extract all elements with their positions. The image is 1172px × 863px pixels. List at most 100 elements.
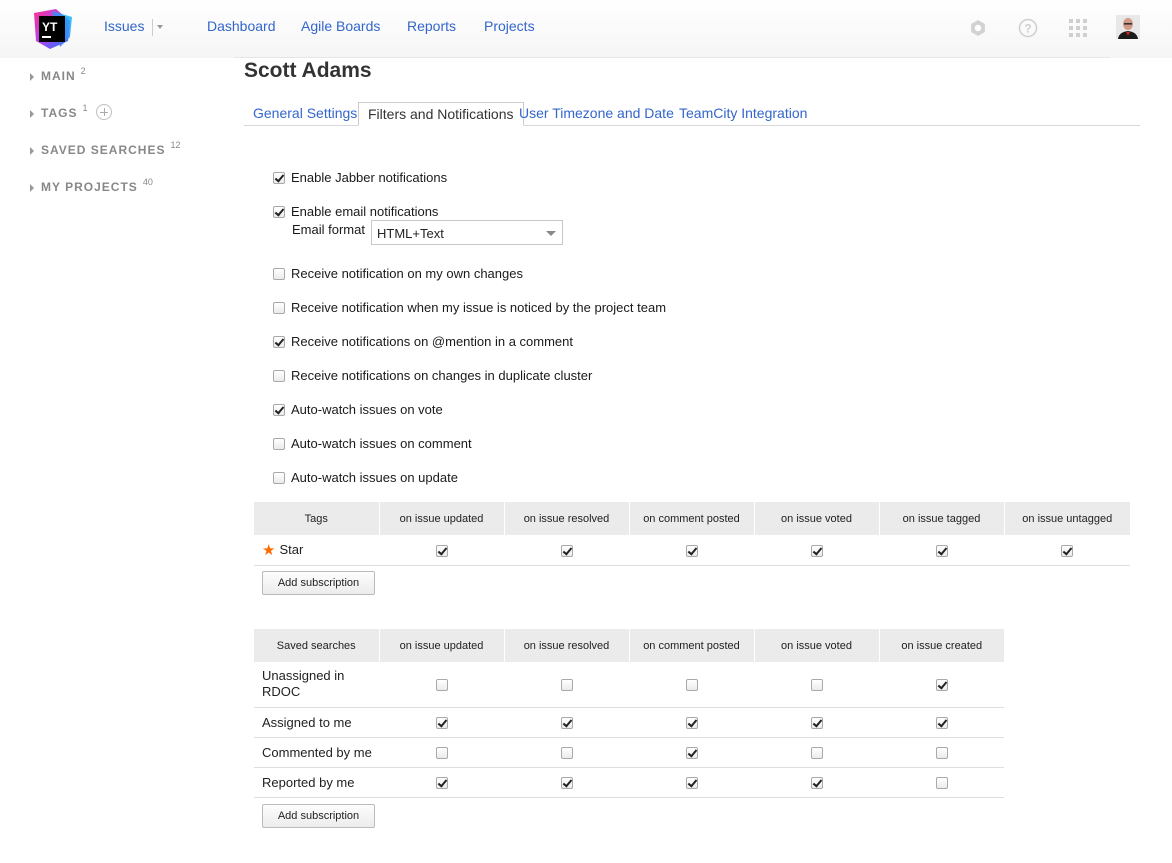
checkbox[interactable] bbox=[273, 267, 285, 280]
subscription-checkbox[interactable] bbox=[810, 679, 823, 692]
help-icon[interactable]: ? bbox=[1018, 18, 1038, 38]
sidebar-count: 1 bbox=[82, 103, 88, 113]
column-header-event: on comment posted bbox=[628, 629, 754, 662]
option-autowatch-vote[interactable]: Auto-watch issues on vote bbox=[273, 402, 443, 417]
subscription-cell bbox=[504, 767, 629, 798]
subscription-cell bbox=[879, 767, 1004, 798]
nav-projects[interactable]: Projects bbox=[484, 18, 535, 34]
column-header-event: on issue updated bbox=[378, 502, 504, 535]
checkbox[interactable] bbox=[273, 335, 285, 348]
subscription-cell bbox=[879, 737, 1004, 768]
subscription-cell bbox=[754, 535, 879, 566]
nav-issues[interactable]: Issues bbox=[104, 18, 144, 34]
option-email-notifications[interactable]: Enable email notifications bbox=[273, 204, 438, 219]
subscription-checkbox[interactable] bbox=[560, 717, 573, 730]
subscription-cell bbox=[1004, 535, 1130, 566]
issues-dropdown-caret-icon[interactable] bbox=[157, 25, 163, 29]
email-format-select[interactable]: HTML+Text bbox=[371, 220, 563, 245]
youtrack-logo[interactable]: YT bbox=[30, 7, 74, 51]
tab-filters-and-notifications[interactable]: Filters and Notifications bbox=[358, 102, 524, 126]
option-label: Receive notification on my own changes bbox=[291, 266, 523, 281]
column-header-name: Saved searches bbox=[254, 629, 379, 662]
expand-arrow-icon[interactable] bbox=[30, 147, 34, 155]
subscription-checkbox[interactable] bbox=[935, 544, 948, 557]
nav-agile-boards[interactable]: Agile Boards bbox=[301, 18, 380, 34]
checkbox[interactable] bbox=[273, 171, 285, 184]
expand-arrow-icon[interactable] bbox=[30, 73, 34, 81]
subscription-checkbox[interactable] bbox=[560, 777, 573, 790]
option-autowatch-comment[interactable]: Auto-watch issues on comment bbox=[273, 436, 472, 451]
tab-user-timezone-and-date[interactable]: User Timezone and Date bbox=[510, 102, 683, 126]
subscription-checkbox[interactable] bbox=[810, 777, 823, 790]
row-name-cell: Assigned to me bbox=[254, 707, 379, 738]
subscription-checkbox[interactable] bbox=[935, 777, 948, 790]
subscription-checkbox[interactable] bbox=[435, 717, 448, 730]
subscription-checkbox[interactable] bbox=[435, 747, 448, 760]
option-issue-noticed[interactable]: Receive notification when my issue is no… bbox=[273, 300, 666, 315]
sidebar-item-tags[interactable]: TAGS 1 bbox=[30, 103, 113, 120]
table-header-row: Saved searches on issue updated on issue r… bbox=[254, 629, 1004, 662]
settings-icon[interactable] bbox=[968, 18, 988, 38]
subscription-checkbox[interactable] bbox=[435, 777, 448, 790]
subscription-cell bbox=[629, 707, 754, 738]
option-duplicate-cluster[interactable]: Receive notifications on changes in dupl… bbox=[273, 368, 592, 383]
option-label: Receive notifications on changes in dupl… bbox=[291, 368, 593, 383]
row-name: Unassigned in RDOC bbox=[262, 668, 345, 700]
option-label: Receive notification when my issue is no… bbox=[291, 300, 667, 315]
nav-reports[interactable]: Reports bbox=[407, 18, 456, 34]
option-autowatch-update[interactable]: Auto-watch issues on update bbox=[273, 470, 458, 485]
checkbox[interactable] bbox=[273, 403, 285, 416]
subscription-checkbox[interactable] bbox=[1061, 544, 1073, 557]
tab-teamcity-integration[interactable]: TeamCity Integration bbox=[670, 102, 816, 126]
tab-general-settings[interactable]: General Settings bbox=[244, 102, 366, 126]
subscription-checkbox[interactable] bbox=[685, 544, 698, 557]
sidebar-item-my-projects[interactable]: MY PROJECTS 40 bbox=[30, 177, 153, 194]
subscription-checkbox[interactable] bbox=[685, 679, 698, 692]
subscription-checkbox[interactable] bbox=[560, 747, 573, 760]
subscription-checkbox[interactable] bbox=[935, 717, 948, 730]
sidebar-item-main[interactable]: MAIN 2 bbox=[30, 66, 86, 83]
column-header-event: on issue tagged bbox=[878, 502, 1004, 535]
subscription-cell bbox=[754, 737, 879, 768]
sidebar-count: 2 bbox=[80, 66, 86, 76]
column-header-event: on issue resolved bbox=[503, 629, 629, 662]
option-jabber-notifications[interactable]: Enable Jabber notifications bbox=[273, 170, 447, 185]
subscription-cell bbox=[379, 707, 504, 738]
sidebar-count: 40 bbox=[142, 177, 153, 187]
checkbox[interactable] bbox=[273, 437, 285, 450]
table-row: Commented by me bbox=[254, 737, 1004, 768]
subscription-checkbox[interactable] bbox=[685, 747, 698, 760]
subscription-cell bbox=[379, 737, 504, 768]
option-mention[interactable]: Receive notifications on @mention in a c… bbox=[273, 334, 573, 349]
column-header-event: on issue voted bbox=[753, 502, 879, 535]
subscription-checkbox[interactable] bbox=[685, 717, 698, 730]
expand-arrow-icon[interactable] bbox=[30, 110, 34, 118]
add-search-subscription-button[interactable]: Add subscription bbox=[262, 804, 375, 828]
checkbox[interactable] bbox=[273, 205, 285, 218]
checkbox[interactable] bbox=[273, 301, 285, 314]
expand-arrow-icon[interactable] bbox=[30, 184, 34, 192]
checkbox[interactable] bbox=[273, 369, 285, 382]
subscription-checkbox[interactable] bbox=[435, 544, 448, 557]
subscription-checkbox[interactable] bbox=[935, 679, 948, 692]
subscription-checkbox[interactable] bbox=[560, 679, 573, 692]
apps-grid-icon[interactable] bbox=[1068, 18, 1088, 38]
subscription-checkbox[interactable] bbox=[560, 544, 573, 557]
subscription-checkbox[interactable] bbox=[435, 679, 448, 692]
subscription-checkbox[interactable] bbox=[935, 747, 948, 760]
nav-dashboard[interactable]: Dashboard bbox=[207, 18, 276, 34]
chevron-down-icon bbox=[546, 231, 556, 236]
subscription-checkbox[interactable] bbox=[810, 747, 823, 760]
subscription-checkbox[interactable] bbox=[810, 717, 823, 730]
row-name: Reported by me bbox=[262, 774, 355, 790]
option-own-changes[interactable]: Receive notification on my own changes bbox=[273, 266, 523, 281]
sidebar-item-saved-searches[interactable]: SAVED SEARCHES 12 bbox=[30, 140, 180, 157]
subscription-cell bbox=[879, 707, 1004, 738]
add-tag-plus-icon[interactable] bbox=[96, 104, 113, 120]
subscription-checkbox[interactable] bbox=[685, 777, 698, 790]
add-tag-subscription-button[interactable]: Add subscription bbox=[262, 571, 375, 595]
checkbox[interactable] bbox=[273, 471, 285, 484]
user-avatar[interactable] bbox=[1116, 15, 1140, 39]
subscription-checkbox[interactable] bbox=[810, 544, 823, 557]
sidebar-label: TAGS bbox=[41, 106, 78, 120]
